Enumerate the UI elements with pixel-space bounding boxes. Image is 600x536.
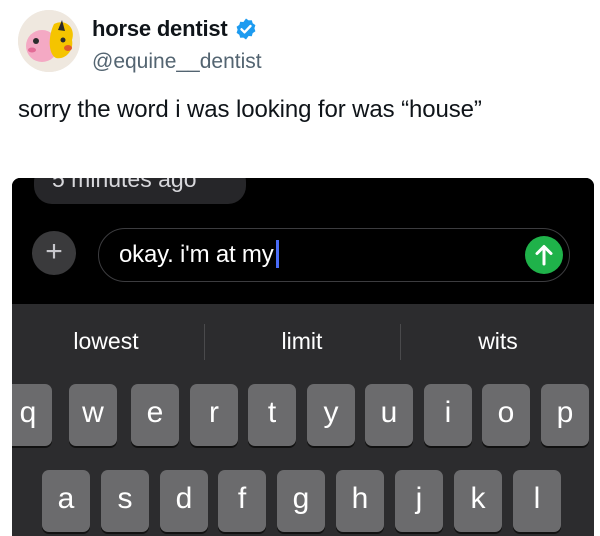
- suggestion-limit[interactable]: limit: [212, 328, 392, 355]
- key-w[interactable]: w: [69, 384, 117, 446]
- key-i[interactable]: i: [424, 384, 472, 446]
- tweet-header: horse dentist @equine__dentist: [18, 10, 588, 80]
- display-name[interactable]: horse dentist: [92, 16, 228, 42]
- key-f[interactable]: f: [218, 470, 266, 532]
- send-button[interactable]: [525, 236, 563, 274]
- key-y[interactable]: y: [307, 384, 355, 446]
- key-u[interactable]: u: [365, 384, 413, 446]
- avatar[interactable]: [18, 10, 80, 72]
- key-k[interactable]: k: [454, 470, 502, 532]
- suggestion-lowest[interactable]: lowest: [16, 328, 196, 355]
- name-row: horse dentist: [92, 16, 258, 42]
- avatar-image: [18, 10, 80, 72]
- key-d[interactable]: d: [160, 470, 208, 532]
- key-o[interactable]: o: [482, 384, 530, 446]
- plus-button[interactable]: +: [32, 231, 76, 275]
- timestamp-text: 5 minutes ago: [52, 178, 197, 192]
- key-g[interactable]: g: [277, 470, 325, 532]
- keyboard: lowest limit wits q w e r t y u i o p a …: [12, 304, 594, 536]
- key-s[interactable]: s: [101, 470, 149, 532]
- suggestion-divider: [204, 324, 205, 360]
- key-l[interactable]: l: [513, 470, 561, 532]
- key-a[interactable]: a: [42, 470, 90, 532]
- key-t[interactable]: t: [248, 384, 296, 446]
- key-h[interactable]: h: [336, 470, 384, 532]
- key-r[interactable]: r: [190, 384, 238, 446]
- key-j[interactable]: j: [395, 470, 443, 532]
- timestamp-bubble: 5 minutes ago: [34, 178, 246, 204]
- suggestion-divider: [400, 324, 401, 360]
- key-e[interactable]: e: [131, 384, 179, 446]
- embedded-screenshot: 5 minutes ago + okay. i'm at my lowest l…: [12, 178, 594, 536]
- suggestion-wits[interactable]: wits: [408, 328, 588, 355]
- handle[interactable]: @equine__dentist: [92, 50, 262, 74]
- tweet-text: sorry the word i was looking for was “ho…: [18, 96, 482, 123]
- chat-area: 5 minutes ago + okay. i'm at my: [12, 178, 594, 304]
- message-input-text: okay. i'm at my: [119, 240, 279, 269]
- verified-badge-icon: [236, 18, 255, 40]
- message-input-value: okay. i'm at my: [119, 241, 274, 268]
- arrow-up-icon: [535, 245, 553, 266]
- key-q[interactable]: q: [12, 384, 52, 446]
- message-input[interactable]: okay. i'm at my: [98, 228, 570, 282]
- text-cursor: [275, 240, 279, 268]
- suggestion-bar: lowest limit wits: [12, 322, 594, 362]
- key-p[interactable]: p: [541, 384, 589, 446]
